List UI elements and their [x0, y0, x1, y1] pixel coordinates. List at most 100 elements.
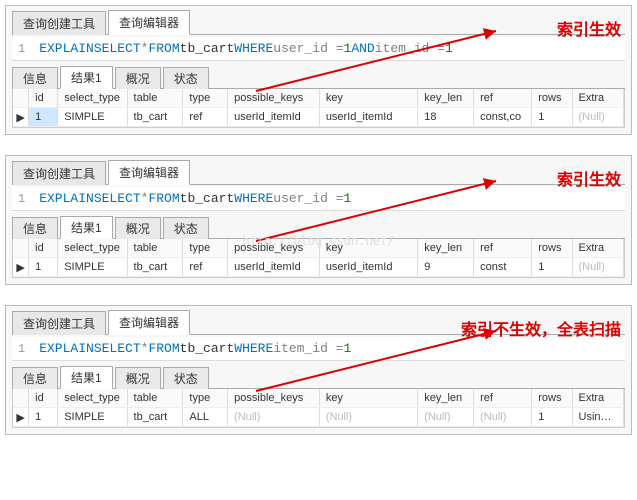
col-header[interactable]: possible_keys — [228, 389, 320, 408]
cell-ref[interactable]: const,co — [474, 108, 532, 127]
cell-select_type[interactable]: SIMPLE — [58, 108, 127, 127]
col-header[interactable]: type — [183, 89, 228, 108]
cell-key_len[interactable]: 18 — [418, 108, 474, 127]
col-header[interactable]: key_len — [418, 89, 474, 108]
subtab-info[interactable]: 信息 — [12, 67, 58, 89]
subtab-result[interactable]: 结果1 — [60, 366, 113, 389]
subtab-profile[interactable]: 概况 — [115, 367, 161, 389]
col-header[interactable]: rows — [532, 389, 572, 408]
sql-op: item_id = — [273, 341, 343, 356]
col-header[interactable]: ref — [474, 89, 532, 108]
col-header[interactable]: rows — [532, 239, 572, 258]
sql-number: 1 — [344, 191, 352, 206]
col-header[interactable]: select_type — [58, 389, 127, 408]
cell-rows[interactable]: 1 — [532, 408, 572, 427]
col-header[interactable]: Extra — [572, 389, 624, 408]
cell-id[interactable]: 1 — [29, 108, 58, 127]
cell-possible_keys[interactable]: userId_itemId — [228, 258, 320, 277]
tab-query-builder[interactable]: 查询创建工具 — [12, 11, 106, 35]
col-header[interactable]: Extra — [572, 89, 624, 108]
sql-editor[interactable]: 1EXPLAIN SELECT * FROM tb_cart WHERE ite… — [12, 337, 625, 361]
col-header[interactable]: type — [183, 389, 228, 408]
subtab-result[interactable]: 结果1 — [60, 66, 113, 89]
sql-editor[interactable]: 1EXPLAIN SELECT * FROM tb_cart WHERE use… — [12, 187, 625, 211]
cell-key[interactable]: userId_itemId — [319, 108, 417, 127]
col-header[interactable]: table — [127, 89, 183, 108]
sql-op: user_id = — [273, 191, 343, 206]
subtab-info[interactable]: 信息 — [12, 217, 58, 239]
sql-keyword: AND — [351, 41, 374, 56]
col-header[interactable]: key — [319, 239, 417, 258]
col-header[interactable]: select_type — [58, 239, 127, 258]
col-header[interactable]: key_len — [418, 239, 474, 258]
cell-extra[interactable]: Using whe — [572, 408, 624, 427]
col-header[interactable]: key — [319, 89, 417, 108]
table-row[interactable]: ▶1SIMPLEtb_cartrefuserId_itemIduserId_it… — [13, 258, 624, 277]
col-header[interactable]: select_type — [58, 89, 127, 108]
sql-keyword: FROM — [148, 41, 179, 56]
cell-key[interactable]: userId_itemId — [319, 258, 417, 277]
cell-ref[interactable]: const — [474, 258, 532, 277]
row-pointer-icon: ▶ — [13, 258, 29, 277]
cell-key_len[interactable]: (Null) — [418, 408, 474, 427]
subtab-result[interactable]: 结果1 — [60, 216, 113, 239]
cell-type[interactable]: ref — [183, 108, 228, 127]
subtab-info[interactable]: 信息 — [12, 367, 58, 389]
subtab-status[interactable]: 状态 — [163, 217, 209, 239]
cell-extra[interactable]: (Null) — [572, 258, 624, 277]
cell-select_type[interactable]: SIMPLE — [58, 258, 127, 277]
subtab-status[interactable]: 状态 — [163, 367, 209, 389]
tab-query-editor[interactable]: 查询编辑器 — [108, 10, 190, 35]
col-header[interactable]: Extra — [572, 239, 624, 258]
cell-type[interactable]: ref — [183, 258, 228, 277]
col-header[interactable]: id — [29, 389, 58, 408]
col-header[interactable]: possible_keys — [228, 89, 320, 108]
col-header[interactable]: possible_keys — [228, 239, 320, 258]
cell-table[interactable]: tb_cart — [127, 108, 183, 127]
cell-type[interactable]: ALL — [183, 408, 228, 427]
col-header[interactable]: ref — [474, 239, 532, 258]
table-row[interactable]: ▶1SIMPLEtb_cartrefuserId_itemIduserId_it… — [13, 108, 624, 127]
result-grid: idselect_typetabletypepossible_keyskeyke… — [12, 89, 625, 128]
tab-query-editor[interactable]: 查询编辑器 — [108, 310, 190, 335]
subtab-status[interactable]: 状态 — [163, 67, 209, 89]
col-header[interactable]: ref — [474, 389, 532, 408]
col-header[interactable]: table — [127, 389, 183, 408]
sql-keyword: SELECT — [94, 341, 141, 356]
col-header[interactable]: type — [183, 239, 228, 258]
sql-editor[interactable]: 1EXPLAIN SELECT * FROM tb_cart WHERE use… — [12, 37, 625, 61]
sql-op: * — [141, 41, 149, 56]
cell-rows[interactable]: 1 — [532, 108, 572, 127]
tab-query-builder[interactable]: 查询创建工具 — [12, 161, 106, 185]
tab-query-editor[interactable]: 查询编辑器 — [108, 160, 190, 185]
cell-select_type[interactable]: SIMPLE — [58, 408, 127, 427]
subtab-profile[interactable]: 概况 — [115, 67, 161, 89]
sql-ident: tb_cart — [180, 191, 235, 206]
sql-op: * — [141, 191, 149, 206]
subtab-profile[interactable]: 概况 — [115, 217, 161, 239]
sql-keyword: FROM — [148, 341, 179, 356]
table-row[interactable]: ▶1SIMPLEtb_cartALL(Null)(Null)(Null)(Nul… — [13, 408, 624, 427]
query-panel: 查询创建工具查询编辑器1EXPLAIN SELECT * FROM tb_car… — [5, 5, 632, 135]
cell-possible_keys[interactable]: userId_itemId — [228, 108, 320, 127]
sql-keyword: SELECT — [94, 191, 141, 206]
col-header[interactable]: key_len — [418, 389, 474, 408]
cell-id[interactable]: 1 — [29, 408, 58, 427]
cell-table[interactable]: tb_cart — [127, 408, 183, 427]
col-header[interactable]: rows — [532, 89, 572, 108]
cell-rows[interactable]: 1 — [532, 258, 572, 277]
col-header[interactable]: id — [29, 239, 58, 258]
cell-possible_keys[interactable]: (Null) — [228, 408, 320, 427]
cell-extra[interactable]: (Null) — [572, 108, 624, 127]
cell-key_len[interactable]: 9 — [418, 258, 474, 277]
cell-ref[interactable]: (Null) — [474, 408, 532, 427]
tab-query-builder[interactable]: 查询创建工具 — [12, 311, 106, 335]
col-header[interactable]: key — [319, 389, 417, 408]
cell-id[interactable]: 1 — [29, 258, 58, 277]
cell-table[interactable]: tb_cart — [127, 258, 183, 277]
sql-keyword: WHERE — [234, 41, 273, 56]
result-table: idselect_typetabletypepossible_keyskeyke… — [13, 89, 624, 127]
col-header[interactable]: id — [29, 89, 58, 108]
col-header[interactable]: table — [127, 239, 183, 258]
cell-key[interactable]: (Null) — [319, 408, 417, 427]
